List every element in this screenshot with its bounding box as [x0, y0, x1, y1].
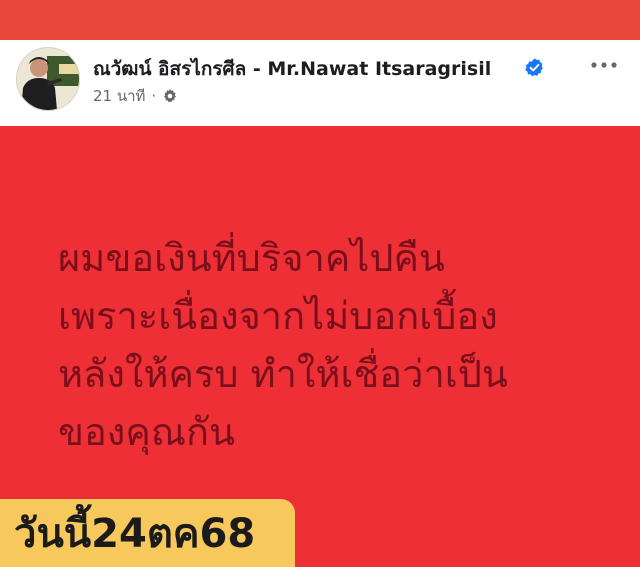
gear-icon[interactable] [162, 88, 178, 104]
more-options-button[interactable] [584, 50, 624, 80]
meta-separator: · [151, 87, 157, 105]
post-text: ผมขอเงินที่บริจาคไปคืน เพราะเนื่องจากไม่… [58, 236, 508, 454]
verified-badge-icon [525, 58, 543, 77]
more-options-icon [591, 62, 617, 68]
post-header: ณวัฒน์ อิสรไกรศีล - Mr.Nawat Itsaragrisi… [0, 40, 640, 126]
screenshot-frame: ณวัฒน์ อิสรไกรศีล - Mr.Nawat Itsaragrisi… [0, 0, 640, 567]
avatar-image [17, 48, 79, 110]
post-timestamp[interactable]: 21 นาที [93, 84, 145, 108]
date-badge: วันนี้24ตค68 [0, 499, 295, 567]
top-strip [0, 0, 640, 40]
post-meta: 21 นาที · [93, 85, 178, 107]
date-label: วันนี้24ตค68 [14, 511, 256, 557]
author-name[interactable]: ณวัฒน์ อิสรไกรศีล - Mr.Nawat Itsaragrisi… [93, 54, 491, 84]
author-avatar[interactable] [16, 47, 80, 111]
